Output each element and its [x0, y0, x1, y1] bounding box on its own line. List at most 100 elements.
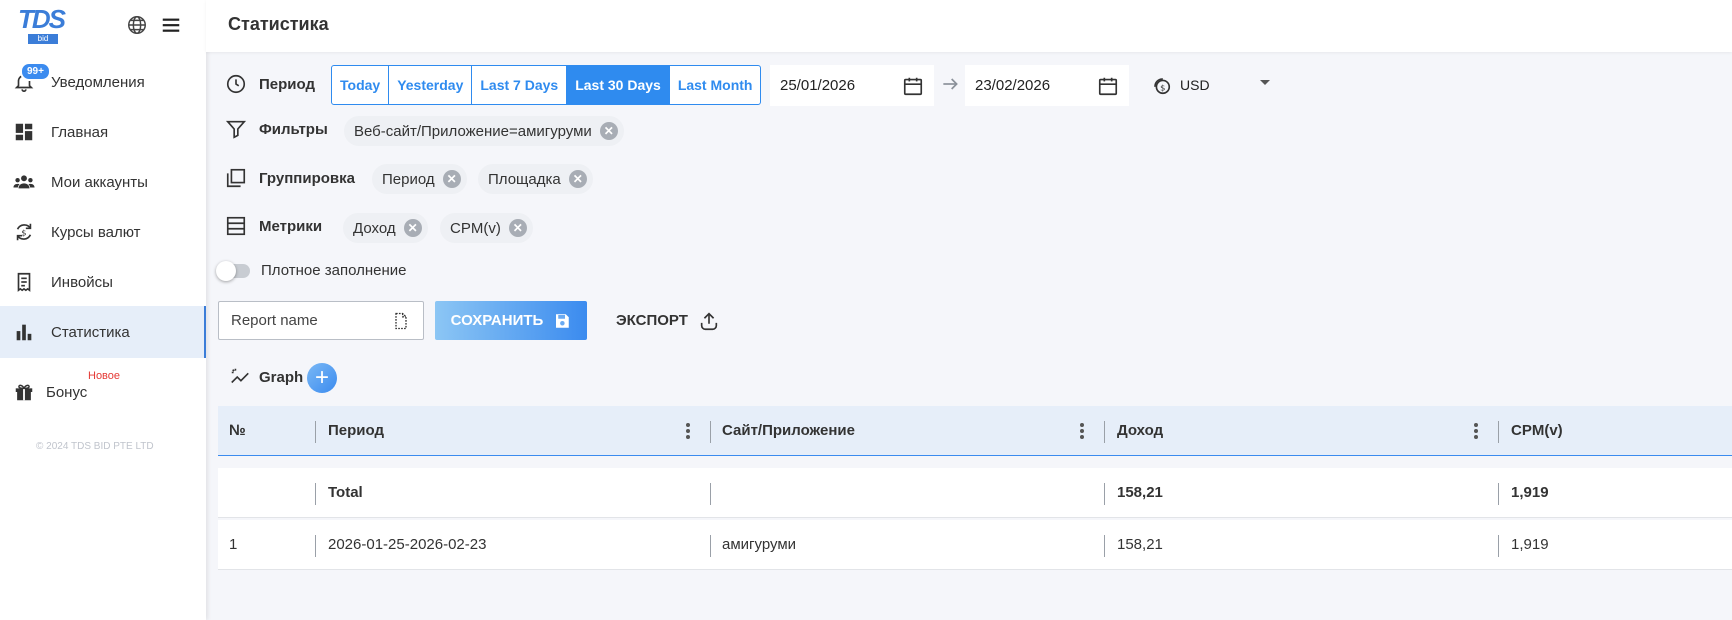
arrow-right-icon [943, 78, 958, 90]
period-last-30-days-button[interactable]: Last 30 Days [567, 66, 670, 104]
row-revenue: 158,21 [1117, 536, 1163, 553]
sidebar-item-label: Мои аккаунты [51, 173, 148, 191]
column-header-revenue[interactable]: Доход [1117, 406, 1163, 455]
filter-chip[interactable]: Веб-сайт/Приложение=амигуруми ✕ [344, 116, 624, 146]
total-label: Total [328, 484, 363, 501]
sidebar-item-invoices[interactable]: Инвойсы [0, 256, 206, 308]
grouping-label: Группировка [225, 167, 355, 189]
table-row[interactable]: 1 2026-01-25-2026-02-23 амигуруми 158,21… [218, 520, 1732, 570]
grouping-chip-label: Площадка [488, 170, 561, 188]
period-yesterday-button[interactable]: Yesterday [389, 66, 473, 104]
export-button[interactable]: ЭКСПОРТ [604, 301, 732, 340]
save-button-label: СОХРАНИТЬ [450, 312, 544, 329]
column-separator[interactable] [710, 421, 711, 443]
sidebar-item-notifications[interactable]: 99+ Уведомления [0, 56, 206, 108]
column-separator[interactable] [1104, 421, 1105, 443]
copyright: © 2024 TDS BID PTE LTD [36, 441, 154, 452]
column-separator[interactable] [315, 421, 316, 443]
currency-exchange-icon: $ [12, 220, 36, 244]
row-cpm: 1,919 [1511, 536, 1549, 553]
remove-chip-icon[interactable]: ✕ [568, 170, 587, 188]
column-separator [315, 483, 316, 505]
row-period: 2026-01-25-2026-02-23 [328, 536, 487, 553]
grouping-chip-label: Период [382, 170, 435, 188]
table-total-row: Total 158,21 1,919 [218, 468, 1732, 518]
sidebar-item-label: Уведомления [51, 73, 145, 91]
period-last-7-days-button[interactable]: Last 7 Days [472, 66, 568, 104]
dense-fill-label: Плотное заполнение [261, 262, 407, 279]
calendar-icon[interactable] [1097, 75, 1119, 97]
statistics-table: № Период Сайт/Приложение Доход CPM(v) To… [218, 406, 1732, 570]
grouping-chip-platform[interactable]: Площадка ✕ [478, 164, 593, 194]
column-header-period[interactable]: Период [328, 406, 384, 455]
sidebar-item-bonus[interactable]: Бонус Новое [0, 366, 206, 418]
dashboard-icon [12, 120, 36, 144]
column-separator [1498, 535, 1499, 557]
bar-chart-icon [12, 320, 36, 344]
column-menu-icon[interactable] [1080, 423, 1084, 439]
report-name-input[interactable] [231, 312, 381, 329]
graph-label: Graph [229, 366, 303, 388]
remove-chip-icon[interactable]: ✕ [403, 219, 422, 237]
currency-value: USD [1180, 77, 1210, 93]
column-menu-icon[interactable] [686, 423, 690, 439]
date-to-field[interactable]: 23/02/2026 [965, 65, 1129, 106]
bell-icon: 99+ [12, 62, 51, 94]
save-button[interactable]: СОХРАНИТЬ [435, 301, 587, 340]
table-header: № Период Сайт/Приложение Доход CPM(v) [218, 406, 1732, 456]
logo-text: TDS [18, 4, 66, 34]
remove-chip-icon[interactable]: ✕ [442, 170, 461, 188]
period-today-button[interactable]: Today [332, 66, 390, 104]
column-menu-icon[interactable] [1474, 423, 1478, 439]
menu-icon[interactable] [160, 14, 182, 41]
metrics-label-text: Метрики [259, 217, 323, 235]
total-revenue: 158,21 [1117, 484, 1163, 501]
sidebar-item-home[interactable]: Главная [0, 106, 206, 158]
report-name-field[interactable] [218, 301, 424, 340]
sparkline-icon [231, 368, 249, 384]
filters-label-text: Фильтры [259, 120, 328, 138]
column-separator [1498, 483, 1499, 505]
column-header-cpm[interactable]: CPM(v) [1511, 406, 1563, 455]
sidebar-top-icons [126, 14, 182, 41]
grouping-label-text: Группировка [259, 169, 355, 187]
metric-chip-label: CPM(v) [450, 219, 501, 237]
toggle-knob [216, 261, 236, 281]
gift-icon [12, 380, 36, 404]
calendar-icon[interactable] [902, 75, 924, 97]
sidebar-item-currency-rates[interactable]: $ Курсы валют [0, 206, 206, 258]
sidebar-item-label: Статистика [51, 323, 130, 341]
currency-select[interactable]: $ USD [1150, 68, 1270, 102]
period-button-group: Today Yesterday Last 7 Days Last 30 Days… [331, 65, 762, 105]
dense-fill-toggle[interactable] [216, 261, 250, 281]
column-separator [710, 483, 711, 505]
globe-icon[interactable] [126, 14, 148, 41]
sidebar-item-label: Бонус [46, 383, 88, 401]
currency-icon: $ [1154, 78, 1171, 95]
add-graph-button[interactable]: + [307, 363, 337, 393]
metric-chip-cpm[interactable]: CPM(v) ✕ [440, 213, 533, 243]
table-rows-icon [226, 216, 246, 236]
notification-badge: 99+ [20, 62, 51, 81]
filter-icon [225, 120, 247, 139]
sidebar-item-statistics[interactable]: Статистика [0, 306, 206, 358]
svg-text:$: $ [21, 228, 26, 238]
remove-chip-icon[interactable]: ✕ [599, 122, 618, 140]
logo-sub: bid [28, 34, 58, 44]
sidebar-item-accounts[interactable]: Мои аккаунты [0, 156, 206, 208]
period-last-month-button[interactable]: Last Month [670, 66, 761, 104]
column-header-number[interactable]: № [229, 406, 246, 455]
export-button-label: ЭКСПОРТ [616, 312, 688, 329]
tds-bid-logo[interactable]: TDS bid [18, 4, 66, 46]
column-separator [315, 535, 316, 557]
date-from-field[interactable]: 25/01/2026 [770, 65, 934, 106]
filter-chip-label: Веб-сайт/Приложение=амигуруми [354, 122, 592, 140]
date-to-value: 23/02/2026 [975, 77, 1051, 94]
file-icon [395, 312, 407, 329]
metric-chip-revenue[interactable]: Доход ✕ [343, 213, 428, 243]
grouping-chip-period[interactable]: Период ✕ [372, 164, 467, 194]
remove-chip-icon[interactable]: ✕ [508, 219, 527, 237]
column-header-site[interactable]: Сайт/Приложение [722, 406, 855, 455]
receipt-icon [12, 270, 36, 294]
column-separator[interactable] [1498, 421, 1499, 443]
